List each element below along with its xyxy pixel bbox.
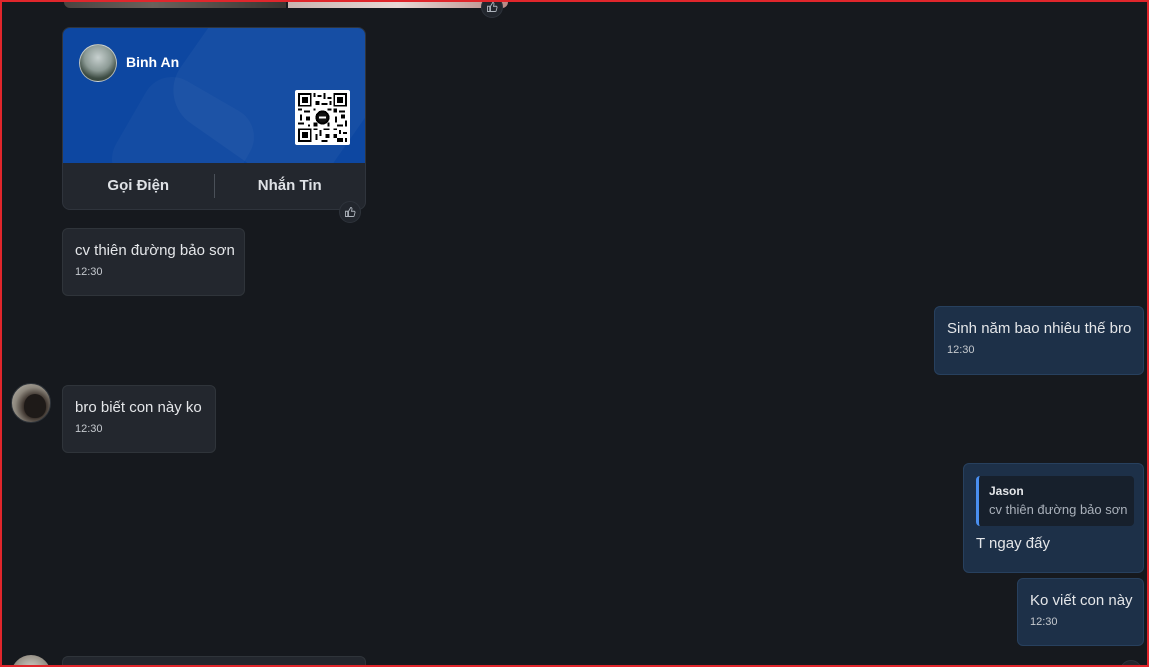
call-button[interactable]: Gọi Điện	[63, 163, 214, 209]
contact-card[interactable]: Binh An Gọi Điện Nhắn Tin	[62, 27, 366, 210]
chat-message-list[interactable]: Binh An Gọi Điện Nhắn Tin cv thiên đường…	[2, 2, 1147, 665]
message-bubble-outgoing[interactable]: Sinh năm bao nhiêu thế bro 12:30	[934, 306, 1144, 375]
image-attachment[interactable]	[288, 2, 508, 8]
message-text: Ko viết con này	[1030, 592, 1133, 609]
message-bubble-incoming[interactable]	[62, 656, 366, 665]
message-text: bro biết con này ko	[75, 399, 202, 416]
message-time: 12:30	[75, 423, 103, 435]
thumbs-up-icon	[345, 207, 356, 217]
message-button[interactable]: Nhắn Tin	[215, 163, 366, 209]
sender-avatar[interactable]	[11, 383, 51, 423]
image-attachment[interactable]	[64, 2, 286, 8]
quote-text: cv thiên đường bảo sơn	[989, 502, 1128, 517]
message-text: T ngay đấy	[976, 535, 1050, 552]
contact-card-actions: Gọi Điện Nhắn Tin	[63, 163, 365, 209]
message-bubble-incoming[interactable]: bro biết con này ko 12:30	[62, 385, 216, 453]
quote-author: Jason	[989, 484, 1024, 498]
message-bubble-outgoing-reply[interactable]: Jason cv thiên đường bảo sơn T ngay đấy	[963, 463, 1144, 573]
message-time: 12:30	[947, 344, 975, 356]
react-thumbs-up-button[interactable]	[481, 2, 503, 18]
message-text: cv thiên đường bảo sơn	[75, 242, 235, 259]
message-bubble-outgoing[interactable]: Ko viết con này 12:30	[1017, 578, 1144, 646]
qr-code-icon	[295, 90, 350, 145]
sender-avatar[interactable]	[11, 655, 51, 665]
message-bubble-incoming[interactable]: cv thiên đường bảo sơn 12:30	[62, 228, 245, 296]
quoted-message[interactable]: Jason cv thiên đường bảo sơn	[976, 476, 1134, 526]
contact-avatar	[79, 44, 117, 82]
message-time: 12:30	[75, 266, 103, 278]
contact-card-header: Binh An	[63, 28, 365, 163]
react-thumbs-up-button[interactable]	[1120, 660, 1142, 665]
contact-name: Binh An	[126, 54, 180, 70]
message-time: 12:30	[1030, 616, 1058, 628]
thumbs-up-icon	[487, 2, 498, 12]
image-attachments[interactable]	[64, 2, 508, 8]
react-thumbs-up-button[interactable]	[339, 201, 361, 223]
message-text: Sinh năm bao nhiêu thế bro	[947, 320, 1132, 337]
